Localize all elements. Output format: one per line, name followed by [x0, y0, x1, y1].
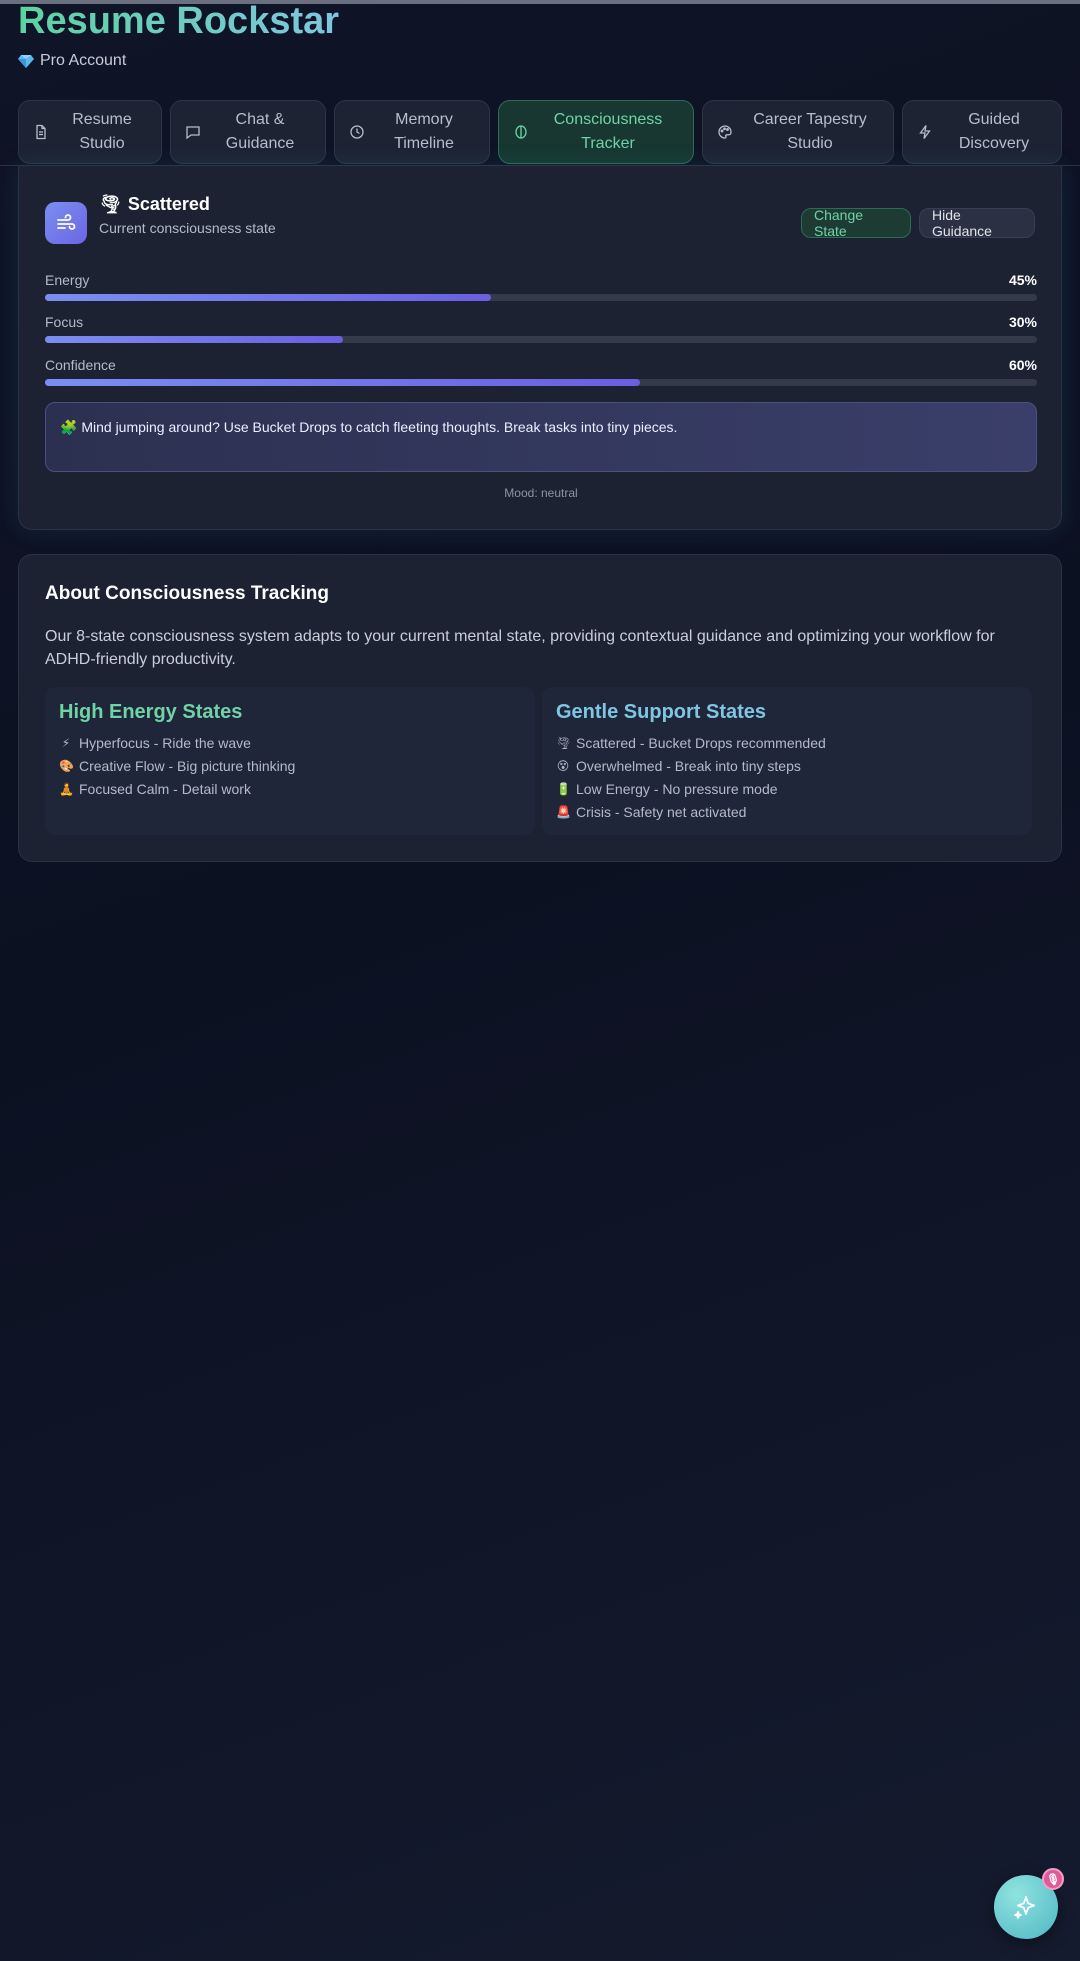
- metric-confidence: Confidence 60%: [45, 357, 1037, 386]
- high-energy-title: High Energy States: [59, 701, 243, 723]
- mood-label: Mood: neutral: [504, 486, 578, 500]
- tab-consciousness-tracker[interactable]: Consciousness Tracker: [498, 100, 694, 164]
- tab-resume-studio[interactable]: Resume Studio: [18, 100, 162, 164]
- tab-label: Chat & Guidance: [225, 111, 295, 152]
- list-item-text: Low Energy - No pressure mode: [576, 781, 778, 797]
- chat-icon: [186, 126, 200, 140]
- list-item-text: Focused Calm - Detail work: [79, 781, 251, 797]
- guidance-tip: 🧩 Mind jumping around? Use Bucket Drops …: [45, 402, 1037, 472]
- gentle-support-title: Gentle Support States: [556, 701, 767, 723]
- list-item: ⚡ Hyperfocus - Ride the wave: [59, 732, 521, 755]
- tab-label: Guided Discovery: [958, 111, 1030, 152]
- metric-label: Confidence: [45, 357, 116, 373]
- brain-icon: [515, 125, 527, 139]
- metric-focus: Focus 30%: [45, 314, 1037, 343]
- metric-value: 45%: [1008, 272, 1037, 288]
- tornado-emoji-icon: 🌪: [556, 736, 572, 750]
- about-title: About Consciousness Tracking: [45, 583, 329, 604]
- document-icon: [36, 124, 46, 140]
- account-label: Pro Account: [40, 52, 127, 69]
- state-subtitle: Current consciousness state: [99, 220, 276, 236]
- tab-label: Career Tapestry Studio: [753, 111, 867, 152]
- list-item-text: Hyperfocus - Ride the wave: [79, 735, 251, 751]
- app-header: Resume Rockstar Pro Account: [18, 0, 339, 70]
- meditation-emoji-icon: 🧘: [59, 782, 74, 796]
- about-card: About Consciousness Tracking Our 8-state…: [18, 554, 1062, 862]
- guidance-text: Mind jumping around? Use Bucket Drops to…: [81, 419, 678, 435]
- list-item-text: Crisis - Safety net activated: [576, 804, 747, 820]
- tab-label: Consciousness Tracker: [553, 111, 663, 152]
- progress-fill: [45, 379, 641, 386]
- metric-label: Energy: [45, 272, 90, 288]
- high-energy-states: High Energy States ⚡ Hyperfocus - Ride t…: [45, 687, 535, 835]
- progress-fill: [45, 336, 343, 343]
- microphone-badge-icon[interactable]: 🎙: [1042, 1868, 1064, 1890]
- current-state-title: 🌪 Scattered: [99, 194, 210, 215]
- palette-emoji-icon: 🎨: [59, 759, 74, 773]
- tab-memory-timeline[interactable]: Memory Timeline: [334, 100, 490, 164]
- tab-label: Memory Timeline: [394, 111, 454, 152]
- wind-icon: [45, 202, 87, 244]
- sparkles-icon: [1014, 1896, 1035, 1919]
- hide-guidance-button[interactable]: Hide Guidance: [919, 207, 1035, 239]
- siren-emoji-icon: 🚨: [556, 805, 571, 819]
- list-item: 🌪 Scattered - Bucket Drops recommended: [556, 732, 1018, 755]
- state-name: Scattered: [127, 194, 210, 214]
- puzzle-icon: 🧩: [60, 419, 78, 435]
- account-badge: Pro Account: [18, 52, 339, 70]
- about-description: Our 8-state consciousness system adapts …: [45, 628, 995, 668]
- list-item-text: Overwhelmed - Break into tiny steps: [576, 758, 801, 774]
- tab-label: Resume Studio: [72, 111, 132, 152]
- tab-chat-guidance[interactable]: Chat & Guidance: [170, 100, 326, 164]
- progress-track: [45, 336, 1037, 343]
- palette-icon: [718, 125, 732, 139]
- dizzy-face-emoji-icon: 😵: [556, 759, 570, 773]
- consciousness-tracker-card: 🌪 Scattered Current consciousness state …: [18, 166, 1062, 530]
- tab-guided-discovery[interactable]: Guided Discovery: [902, 100, 1062, 164]
- change-state-button[interactable]: Change State: [801, 207, 911, 239]
- metric-label: Focus: [45, 314, 84, 330]
- metric-energy: Energy 45%: [45, 272, 1037, 301]
- gem-icon: [18, 55, 34, 68]
- tab-bar: Resume Studio Chat & Guidance Memory Tim…: [0, 100, 1080, 166]
- list-item-text: Creative Flow - Big picture thinking: [79, 758, 296, 774]
- battery-emoji-icon: 🔋: [556, 782, 571, 796]
- list-item: 🚨 Crisis - Safety net activated: [556, 801, 1018, 824]
- list-item: 😵 Overwhelmed - Break into tiny steps: [556, 755, 1018, 778]
- tab-career-tapestry-studio[interactable]: Career Tapestry Studio: [702, 100, 894, 164]
- progress-track: [45, 294, 1037, 301]
- progress-track: [45, 379, 1037, 386]
- tornado-icon: 🌪: [99, 194, 122, 214]
- metric-value: 60%: [1008, 357, 1037, 373]
- lightning-icon: [919, 125, 931, 139]
- lightning-emoji-icon: ⚡: [61, 736, 71, 750]
- clock-icon: [350, 125, 364, 139]
- progress-fill: [45, 294, 492, 301]
- gentle-support-states: Gentle Support States 🌪 Scattered - Buck…: [542, 687, 1032, 835]
- list-item: 🧘 Focused Calm - Detail work: [59, 778, 521, 801]
- list-item: 🎨 Creative Flow - Big picture thinking: [59, 755, 521, 778]
- list-item-text: Scattered - Bucket Drops recommended: [576, 735, 826, 751]
- app-title: Resume Rockstar: [18, 0, 340, 42]
- metric-value: 30%: [1008, 314, 1037, 330]
- list-item: 🔋 Low Energy - No pressure mode: [556, 778, 1018, 801]
